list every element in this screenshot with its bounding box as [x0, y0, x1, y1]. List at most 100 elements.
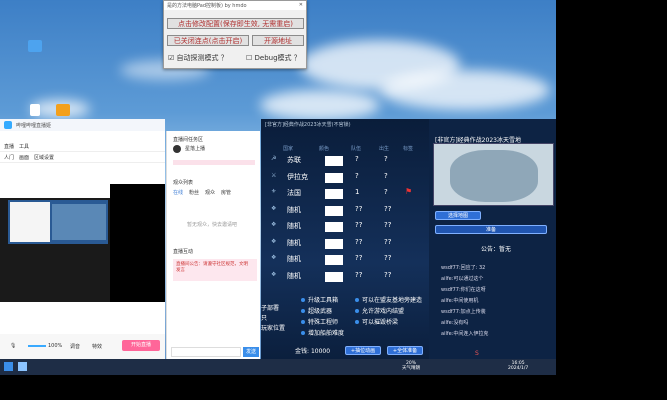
color-box[interactable]: [325, 205, 343, 216]
game-option[interactable]: 可以在盟友基地旁建造: [355, 295, 422, 304]
player-row[interactable]: ⚔ 伊拉克 ? ?: [267, 172, 427, 184]
player-row[interactable]: ❖ 随机 ?? ??: [267, 238, 427, 250]
start-value[interactable]: ?: [384, 155, 388, 163]
bottom-black-margin: [0, 375, 556, 400]
stream-preview: [0, 184, 165, 302]
player-row[interactable]: ☭ 苏联 ? ?: [267, 155, 427, 167]
position-button[interactable]: +抽位动画: [345, 346, 381, 355]
tab-online[interactable]: 在线: [173, 189, 183, 196]
app-logo-icon: [4, 121, 12, 129]
desktop-icon-computer[interactable]: [20, 40, 50, 54]
tab-fans[interactable]: 粉丝: [189, 189, 199, 196]
player-row[interactable]: ❖ 随机 ?? ??: [267, 221, 427, 233]
start-value[interactable]: ?: [384, 188, 388, 196]
start-value[interactable]: ??: [384, 254, 391, 262]
chat-message: ailfe:没有吗: [441, 320, 469, 326]
start-value[interactable]: ??: [384, 205, 391, 213]
chat-message: wsdf77:回应了: 32: [441, 265, 486, 271]
game-option[interactable]: 增加船舶难度: [301, 328, 344, 337]
chat-input[interactable]: [171, 347, 241, 357]
auto-detect-label: 自动探测模式 ？: [176, 54, 228, 62]
team-value[interactable]: ?: [355, 172, 359, 180]
tab-tools[interactable]: 工具: [19, 143, 29, 150]
color-box[interactable]: [325, 189, 343, 199]
close-icon[interactable]: ✕: [299, 2, 303, 9]
debug-label: Debug模式 ？: [254, 54, 301, 62]
player-row[interactable]: ❖ 随机 ?? ??: [267, 254, 427, 266]
color-box[interactable]: [325, 271, 343, 282]
header-color: 颜色: [319, 146, 330, 152]
faction-icon: ☭: [271, 155, 277, 162]
color-box[interactable]: [325, 255, 343, 265]
faction-name: 随机: [287, 205, 301, 214]
team-value[interactable]: ??: [355, 205, 362, 213]
volume-slider[interactable]: [28, 345, 46, 347]
player-row[interactable]: ❖ 随机 ?? ??: [267, 271, 427, 283]
debug-checkbox[interactable]: ☐ Debug模式 ？: [246, 53, 301, 63]
game-option[interactable]: 超级武器: [301, 306, 332, 315]
team-value[interactable]: ?: [355, 155, 359, 163]
tab-viewers[interactable]: 观众: [205, 189, 215, 196]
sougou-icon[interactable]: S: [475, 350, 479, 357]
preview-top-strip: [0, 184, 110, 198]
player-row[interactable]: ⚜ 法国 1 ?: [267, 188, 427, 200]
start-value[interactable]: ??: [384, 271, 391, 279]
option-label: 超级武器: [308, 308, 333, 315]
clock[interactable]: 16:05 2024/1/7: [508, 361, 528, 371]
ready-button[interactable]: 准备: [435, 225, 547, 234]
start-value[interactable]: ?: [384, 172, 388, 180]
money-label: 金钱:: [295, 348, 310, 355]
toggle-click-button[interactable]: 已关闭连点(点击开启): [167, 35, 249, 46]
team-value[interactable]: ??: [355, 238, 362, 246]
tool-titlebar: 是的方法电脑Pad控制板) by hmdo ✕: [164, 1, 306, 10]
desktop-icon-rockstar[interactable]: [48, 104, 78, 118]
color-box[interactable]: [325, 172, 343, 183]
open-source-button[interactable]: 开源地址: [252, 35, 304, 46]
option-dot-icon: [301, 309, 305, 313]
game-option[interactable]: 允许游戏内结盟: [355, 306, 404, 315]
room-name: 星落上播: [185, 146, 206, 152]
color-box[interactable]: [325, 238, 343, 249]
start-value[interactable]: ??: [384, 238, 391, 246]
team-value[interactable]: ??: [355, 254, 362, 262]
streaming-app-window: 哔哩哔哩直播姬 直播 工具 人门 画面 区域设置 🎙 100% 调音 特效 开始…: [0, 119, 165, 361]
faction-icon: ❖: [271, 221, 277, 228]
tab-live[interactable]: 直播: [4, 143, 14, 150]
start-icon[interactable]: [4, 362, 13, 371]
option-dot-icon: [301, 331, 305, 335]
left-option-1: 子部署: [261, 305, 280, 312]
desktop-icon-file[interactable]: [20, 104, 50, 118]
auto-detect-checkbox[interactable]: ☑ 自动探测模式 ？: [168, 53, 228, 63]
start-value[interactable]: ??: [384, 221, 391, 229]
tab-area[interactable]: 区域设置: [34, 154, 54, 161]
tab-admins[interactable]: 房管: [221, 189, 231, 196]
faction-icon: ⚔: [271, 171, 277, 179]
team-value[interactable]: 1: [355, 188, 359, 196]
map-preview: [433, 143, 554, 206]
weather-widget[interactable]: 20% 天气晴朗: [402, 361, 420, 371]
color-box[interactable]: [325, 222, 343, 232]
option-label: 可以在盟友基地旁建造: [362, 297, 423, 304]
option-label: 可以摧毁桥梁: [362, 319, 399, 326]
preview-blank: [110, 184, 165, 302]
choose-map-button[interactable]: 选择地图: [435, 211, 481, 220]
game-option[interactable]: 可以摧毁桥梁: [355, 317, 398, 326]
color-box[interactable]: [325, 156, 343, 166]
all-ready-button[interactable]: +全体准备: [387, 346, 423, 355]
tab-scene[interactable]: 画面: [19, 154, 29, 161]
mic-icon[interactable]: 🎙: [10, 343, 16, 349]
send-button[interactable]: 发送: [243, 347, 259, 357]
effects-button[interactable]: 特效: [92, 343, 102, 350]
player-row[interactable]: ❖ 随机 ?? ??: [267, 205, 427, 217]
game-option[interactable]: 特殊工程师: [301, 317, 338, 326]
mixer-button[interactable]: 调音: [70, 343, 80, 350]
header-start: 出生: [379, 146, 390, 152]
weather-text: 天气晴朗: [402, 366, 420, 371]
team-value[interactable]: ??: [355, 271, 362, 279]
team-value[interactable]: ??: [355, 221, 362, 229]
start-live-button[interactable]: 开始直播: [122, 340, 160, 351]
tab-intro[interactable]: 人门: [4, 154, 14, 161]
game-option[interactable]: 升级工具箱: [301, 295, 338, 304]
config-button[interactable]: 点击修改配置(保存即生效, 无需重启): [167, 18, 304, 29]
taskbar-app-icon[interactable]: [18, 362, 27, 371]
